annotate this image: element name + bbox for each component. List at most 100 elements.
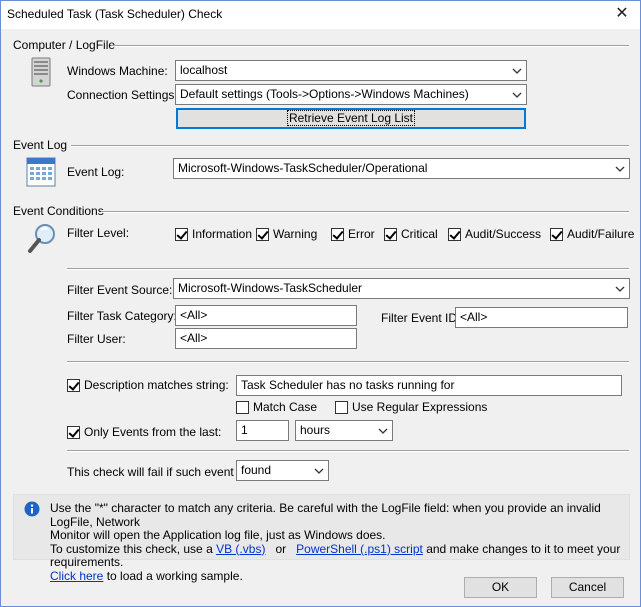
level-warning-checkbox[interactable]: Warning xyxy=(256,227,317,241)
fail-condition-label: This check will fail if such event is xyxy=(67,465,246,479)
checkbox-box[interactable] xyxy=(448,227,461,241)
level-audit-success-label: Audit/Success xyxy=(465,227,542,241)
checkbox-box[interactable] xyxy=(67,425,80,439)
only-events-checkbox[interactable]: Only Events from the last: xyxy=(67,425,221,439)
description-section-divider xyxy=(67,361,629,363)
checkbox-box[interactable] xyxy=(335,400,348,414)
filter-event-id-label: Filter Event ID: xyxy=(381,311,461,325)
ok-button-label: OK xyxy=(491,580,510,594)
connection-settings-label: Connection Settings: xyxy=(67,88,178,102)
window-title: Scheduled Task (Task Scheduler) Check xyxy=(7,7,223,21)
description-matches-label: Description matches string: xyxy=(84,378,229,392)
level-critical-checkbox[interactable]: Critical xyxy=(384,227,438,241)
computer-group-title: Computer / LogFile xyxy=(13,38,116,52)
chevron-down-icon xyxy=(512,66,522,76)
level-critical-label: Critical xyxy=(401,227,438,241)
event-log-label: Event Log: xyxy=(67,165,125,179)
filter-section-divider xyxy=(67,268,629,270)
info-line-3-prefix: To customize this check, use a xyxy=(50,541,213,556)
chevron-down-icon xyxy=(512,90,522,100)
event-log-group-divider xyxy=(71,145,629,147)
only-events-label: Only Events from the last: xyxy=(84,425,222,439)
event-log-group-title: Event Log xyxy=(13,138,68,152)
connection-settings-value: Default settings (Tools->Options->Window… xyxy=(180,87,469,101)
level-audit-failure-checkbox[interactable]: Audit/Failure xyxy=(550,227,634,241)
info-line-4-suffix: to load a working sample. xyxy=(106,568,243,583)
info-line-2: Monitor will open the Application log fi… xyxy=(50,528,386,542)
match-case-checkbox[interactable]: Match Case xyxy=(236,400,317,414)
level-error-checkbox[interactable]: Error xyxy=(331,227,375,241)
connection-settings-combo[interactable]: Default settings (Tools->Options->Window… xyxy=(175,84,527,105)
description-string-input[interactable]: Task Scheduler has no tasks running for xyxy=(236,375,622,396)
powershell-script-link[interactable]: PowerShell (.ps1) script xyxy=(296,542,423,556)
info-or-text: or xyxy=(275,541,287,556)
only-events-amount-value: 1 xyxy=(241,423,248,437)
checkbox-box[interactable] xyxy=(384,227,397,241)
filter-event-source-value: Microsoft-Windows-TaskScheduler xyxy=(178,281,363,295)
retrieve-event-log-label: Retrieve Event Log List xyxy=(286,110,416,126)
only-events-unit-value: hours xyxy=(300,423,331,437)
windows-machine-combo[interactable]: localhost xyxy=(175,60,527,81)
magnifier-icon xyxy=(26,222,58,259)
regular-expressions-checkbox[interactable]: Use Regular Expressions xyxy=(335,400,487,414)
checkbox-box[interactable] xyxy=(331,227,344,241)
match-case-label: Match Case xyxy=(253,400,318,414)
fail-condition-combo[interactable]: found xyxy=(236,460,329,481)
cancel-button-label: Cancel xyxy=(568,580,607,594)
fail-section-divider xyxy=(67,450,629,452)
cancel-button[interactable]: Cancel xyxy=(551,577,624,598)
computer-group-divider xyxy=(111,45,629,47)
filter-event-id-value: <All> xyxy=(460,310,488,324)
chevron-down-icon xyxy=(615,164,625,174)
windows-machine-label: Windows Machine: xyxy=(67,64,168,78)
info-icon xyxy=(24,501,40,520)
level-audit-success-checkbox[interactable]: Audit/Success xyxy=(448,227,541,241)
checkbox-box[interactable] xyxy=(175,227,188,241)
filter-event-source-label: Filter Event Source: xyxy=(67,283,173,297)
click-here-link[interactable]: Click here xyxy=(50,569,103,583)
chevron-down-icon xyxy=(615,284,625,294)
info-text: Use the "*" character to match any crite… xyxy=(50,501,630,584)
title-bar: Scheduled Task (Task Scheduler) Check ✕ xyxy=(1,1,640,29)
filter-task-category-value: <All> xyxy=(180,308,208,322)
only-events-unit-combo[interactable]: hours xyxy=(295,420,393,441)
info-panel: Use the "*" character to match any crite… xyxy=(13,494,630,582)
vb-script-link[interactable]: VB (.vbs) xyxy=(216,542,265,556)
dialog-window: Scheduled Task (Task Scheduler) Check ✕ … xyxy=(0,0,641,607)
event-conditions-group-divider xyxy=(101,211,629,213)
filter-user-value: <All> xyxy=(180,331,208,345)
computer-tower-icon xyxy=(31,57,51,90)
event-log-combo[interactable]: Microsoft-Windows-TaskScheduler/Operatio… xyxy=(173,158,630,179)
close-button[interactable]: ✕ xyxy=(612,4,632,24)
filter-level-label: Filter Level: xyxy=(67,226,130,240)
filter-user-input[interactable]: <All> xyxy=(175,328,357,349)
checkbox-box[interactable] xyxy=(236,400,249,414)
checkbox-box[interactable] xyxy=(67,378,80,392)
fail-condition-value: found xyxy=(241,463,272,477)
level-information-label: Information xyxy=(192,227,253,241)
filter-user-label: Filter User: xyxy=(67,332,126,346)
event-conditions-group-title: Event Conditions xyxy=(13,204,104,218)
level-error-label: Error xyxy=(348,227,375,241)
filter-event-source-combo[interactable]: Microsoft-Windows-TaskScheduler xyxy=(173,278,630,299)
event-log-value: Microsoft-Windows-TaskScheduler/Operatio… xyxy=(178,161,428,175)
chevron-down-icon xyxy=(378,426,388,436)
regular-expressions-label: Use Regular Expressions xyxy=(352,400,488,414)
level-information-checkbox[interactable]: Information xyxy=(175,227,252,241)
filter-task-category-label: Filter Task Category: xyxy=(67,309,177,323)
only-events-amount-input[interactable]: 1 xyxy=(236,420,289,441)
info-line-3: To customize this check, use a VB (.vbs)… xyxy=(50,541,630,570)
description-matches-checkbox[interactable]: Description matches string: xyxy=(67,378,229,392)
windows-machine-value: localhost xyxy=(180,63,228,77)
info-line-4: Click here to load a working sample. xyxy=(50,568,630,584)
checkbox-box[interactable] xyxy=(550,227,563,241)
retrieve-event-log-button[interactable]: Retrieve Event Log List xyxy=(176,108,526,129)
filter-event-id-input[interactable]: <All> xyxy=(455,307,628,328)
chevron-down-icon xyxy=(314,466,324,476)
checkbox-box[interactable] xyxy=(256,227,269,241)
filter-task-category-input[interactable]: <All> xyxy=(175,305,357,326)
ok-button[interactable]: OK xyxy=(464,577,537,598)
description-string-value: Task Scheduler has no tasks running for xyxy=(241,378,455,392)
level-audit-failure-label: Audit/Failure xyxy=(567,227,635,241)
info-line-1: Use the "*" character to match any crite… xyxy=(50,501,601,529)
